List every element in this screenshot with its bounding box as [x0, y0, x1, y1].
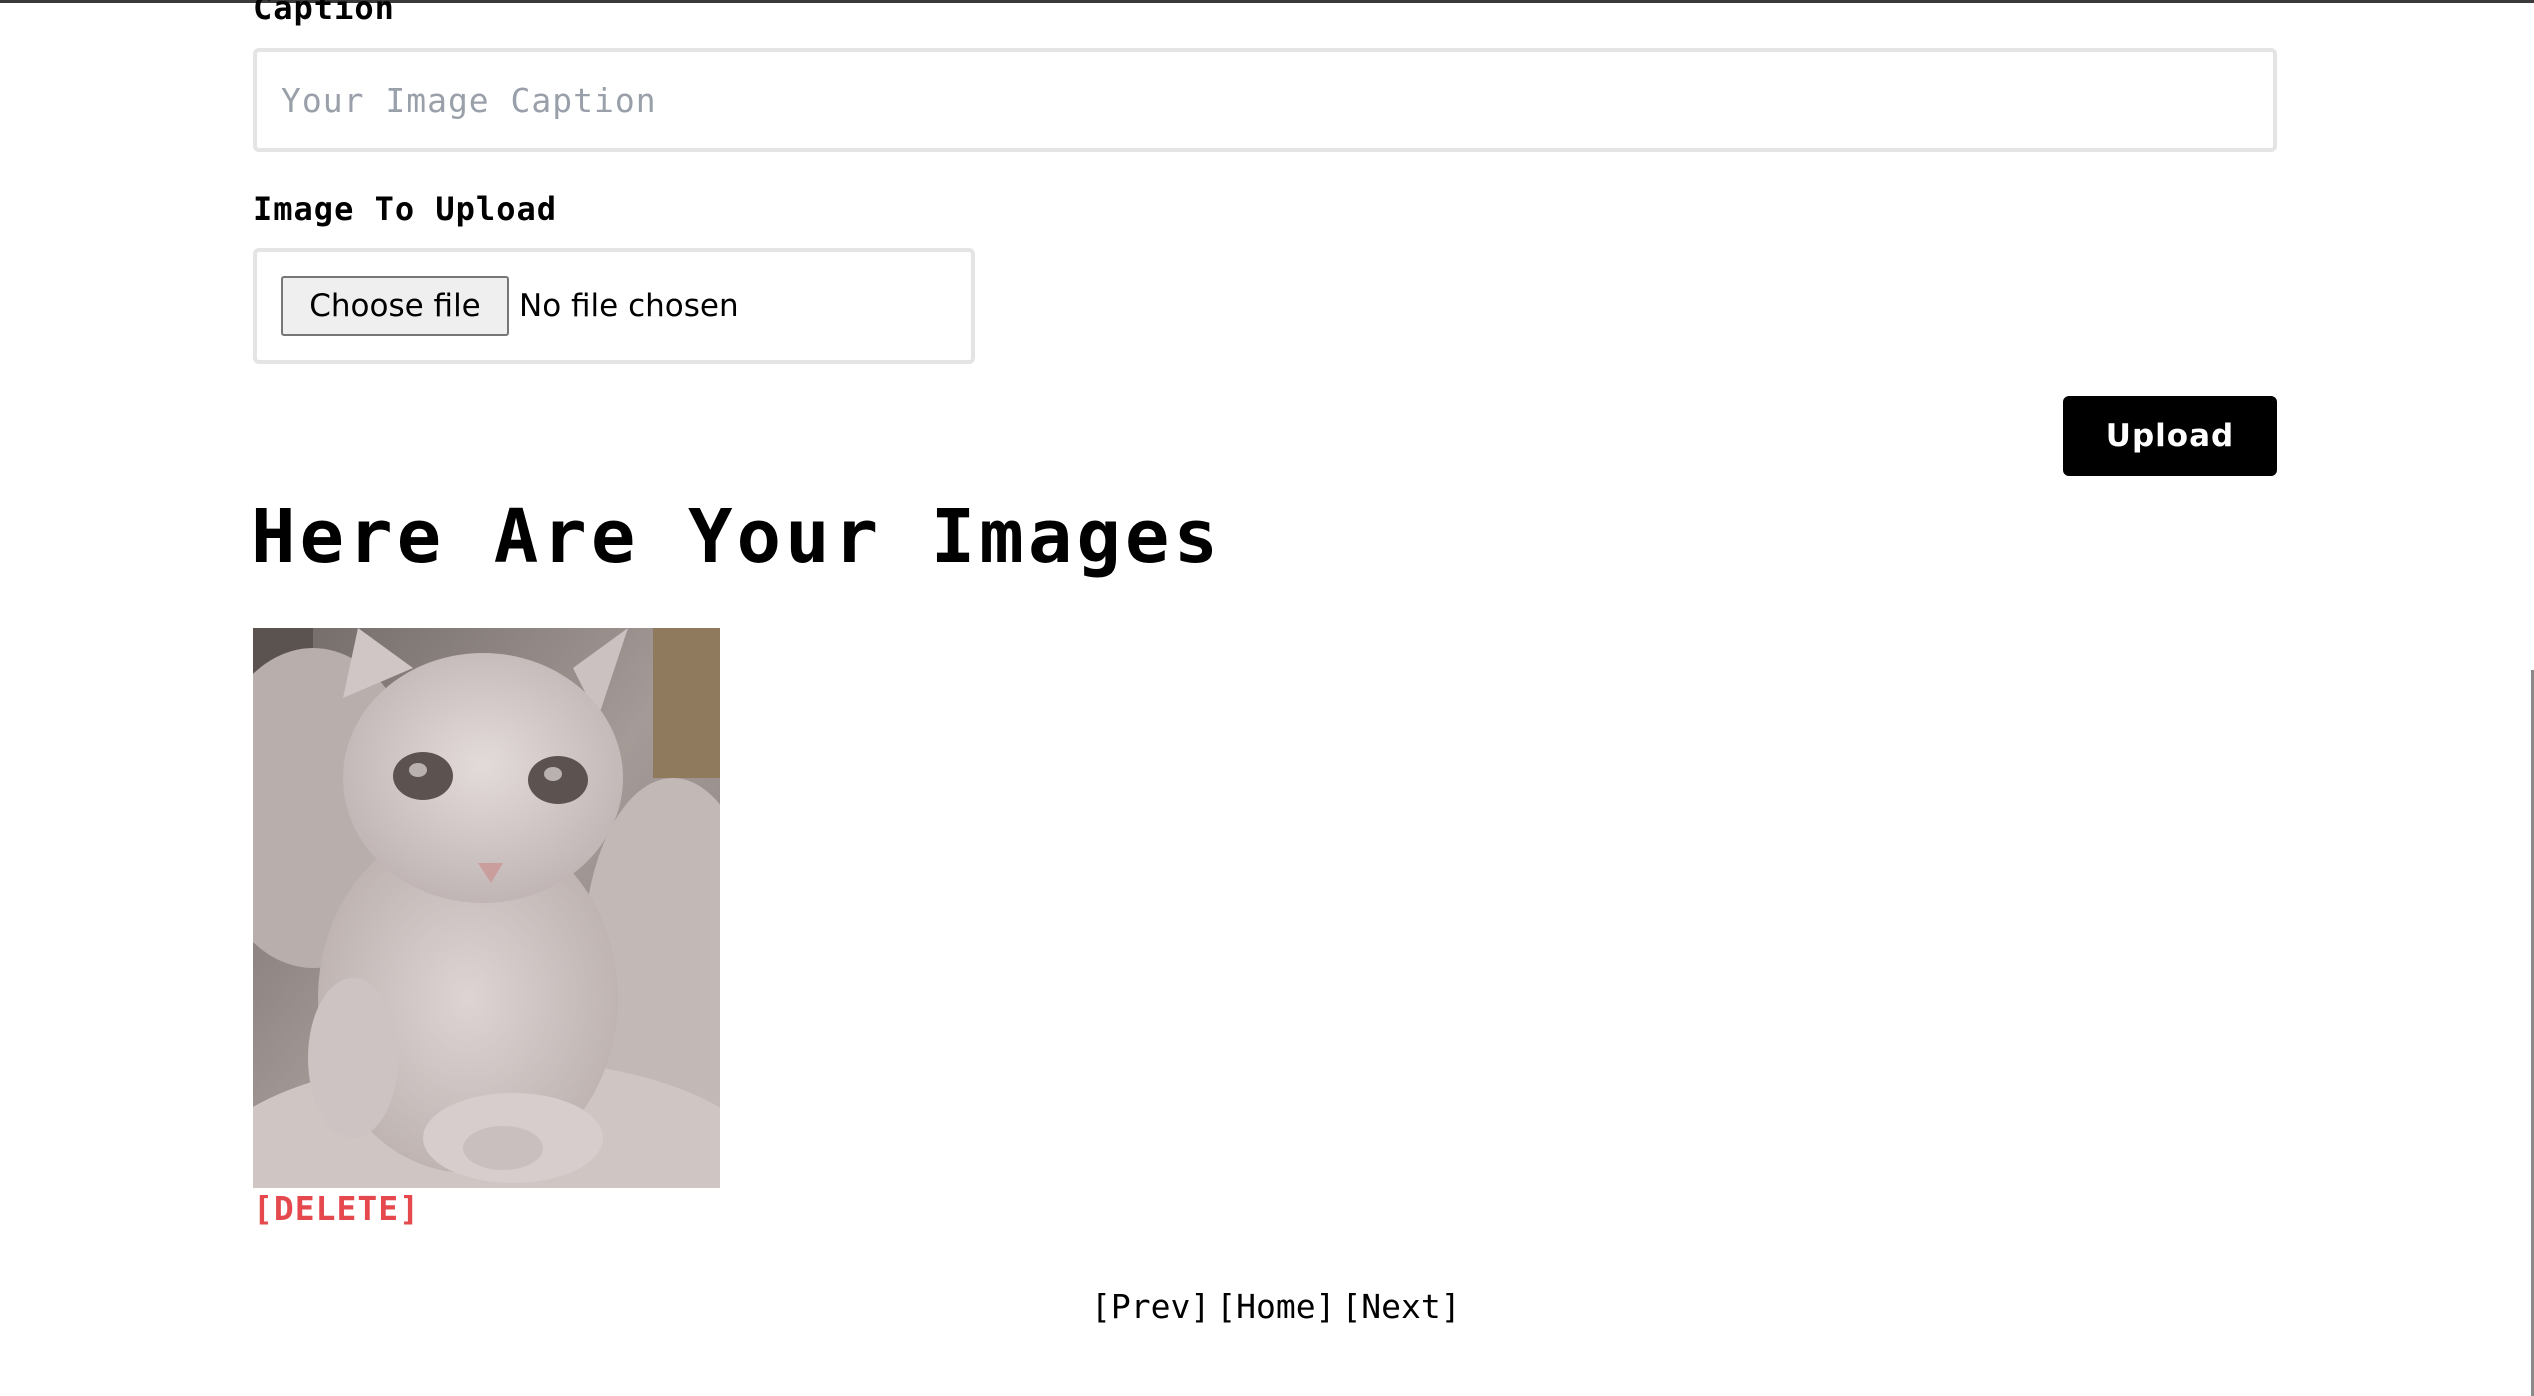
gallery-heading: Here Are Your Images: [251, 494, 1223, 580]
cat-photo: [253, 628, 720, 1188]
pagination: [Prev] [Home] [Next]: [1091, 1290, 1467, 1323]
prev-link[interactable]: [Prev]: [1091, 1287, 1210, 1326]
file-status-text: No file chosen: [519, 288, 739, 324]
upload-button[interactable]: Upload: [2063, 396, 2277, 476]
choose-file-button[interactable]: Choose file: [281, 276, 509, 336]
caption-label: Caption: [253, 0, 395, 27]
next-link[interactable]: [Next]: [1341, 1287, 1460, 1326]
file-input[interactable]: Choose file No file chosen: [253, 248, 975, 364]
image-upload-label: Image To Upload: [253, 190, 557, 228]
delete-link[interactable]: [DELETE]: [253, 1192, 420, 1225]
home-link[interactable]: [Home]: [1216, 1287, 1335, 1326]
gallery-image: [253, 628, 720, 1188]
caption-input[interactable]: [253, 48, 2277, 152]
